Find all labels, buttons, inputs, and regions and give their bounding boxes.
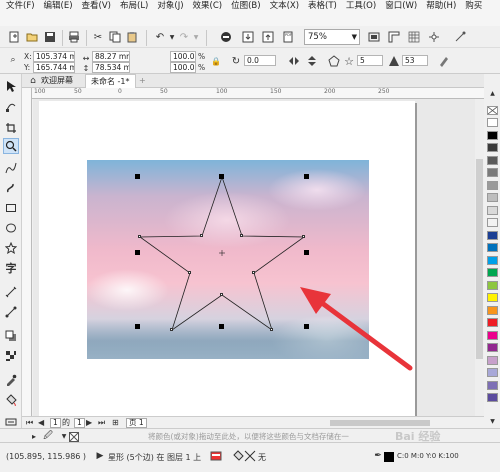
color-palette: ▲ ▼ bbox=[485, 88, 500, 428]
coreldraw-window: 文件(F) 编辑(E) 查看(V) 布局(L) 对象(J) 效果(C) 位图(B… bbox=[0, 0, 500, 472]
color-swatch[interactable] bbox=[487, 205, 498, 215]
add-page-icon[interactable]: ⊞ bbox=[112, 418, 119, 428]
color-swatch[interactable] bbox=[487, 168, 498, 177]
palette-scroll-down-icon[interactable]: ▼ bbox=[485, 416, 500, 426]
color-swatch[interactable] bbox=[487, 130, 498, 140]
page-tab-1[interactable]: 页 1 bbox=[126, 418, 147, 428]
no-color-swatch[interactable] bbox=[487, 106, 498, 115]
no-fill-icon bbox=[242, 448, 258, 464]
color-swatch[interactable] bbox=[487, 343, 498, 352]
current-page-field[interactable]: 1 bbox=[50, 418, 61, 428]
color-swatch[interactable] bbox=[487, 218, 498, 227]
palette-hint-text: 将颜色(或对象)拖动至此处，以便将这些颜色与文档存储在一 bbox=[148, 432, 349, 441]
status-bar: (105.895, 115.986 ) ▶ 星形 (5个边) 在 图层 1 上 … bbox=[0, 442, 500, 472]
page-navigator: ⏮ ◀ 1 的 1 ▶ ⏭ ⊞ 页 1 bbox=[22, 416, 484, 428]
cursor-coordinates: (105.895, 115.986 ) bbox=[6, 452, 87, 461]
color-swatch[interactable] bbox=[487, 180, 498, 190]
object-info: 星形 (5个边) 在 图层 1 上 bbox=[108, 453, 202, 462]
last-page-icon[interactable]: ⏭ bbox=[98, 418, 105, 428]
palette-scroll-up-icon[interactable]: ▲ bbox=[485, 88, 500, 98]
document-color-settings-icon[interactable] bbox=[208, 448, 224, 464]
page-of-label: 的 bbox=[62, 418, 70, 427]
color-swatch[interactable] bbox=[487, 143, 498, 152]
next-page-icon[interactable]: ▶ bbox=[86, 418, 92, 428]
color-swatch[interactable] bbox=[487, 230, 498, 240]
color-swatch[interactable] bbox=[487, 193, 498, 202]
color-swatch[interactable] bbox=[487, 293, 498, 302]
previous-page-icon[interactable]: ◀ bbox=[38, 418, 44, 428]
color-swatch[interactable] bbox=[487, 155, 498, 165]
color-swatch[interactable] bbox=[487, 368, 498, 377]
color-swatch[interactable] bbox=[487, 318, 498, 327]
color-swatch[interactable] bbox=[487, 268, 498, 277]
first-page-icon[interactable]: ⏮ bbox=[26, 418, 33, 428]
outline-info: C:0 M:0 Y:0 K:100 bbox=[397, 452, 459, 460]
color-swatch[interactable] bbox=[487, 255, 498, 265]
color-swatch[interactable] bbox=[487, 243, 498, 252]
outline-color-chip bbox=[384, 452, 394, 462]
annotation-arrow bbox=[300, 287, 413, 371]
fill-status: 无 bbox=[258, 453, 266, 462]
color-swatch[interactable] bbox=[487, 355, 498, 365]
color-swatch[interactable] bbox=[487, 118, 498, 127]
play-icon[interactable]: ▶ bbox=[92, 448, 108, 464]
total-pages-field: 1 bbox=[74, 418, 85, 428]
color-swatch[interactable] bbox=[487, 393, 498, 402]
color-swatch[interactable] bbox=[487, 305, 498, 315]
color-swatch[interactable] bbox=[487, 380, 498, 390]
horizontal-scroll-thumb[interactable] bbox=[330, 420, 430, 426]
color-swatch[interactable] bbox=[487, 280, 498, 290]
color-swatch[interactable] bbox=[487, 330, 498, 340]
